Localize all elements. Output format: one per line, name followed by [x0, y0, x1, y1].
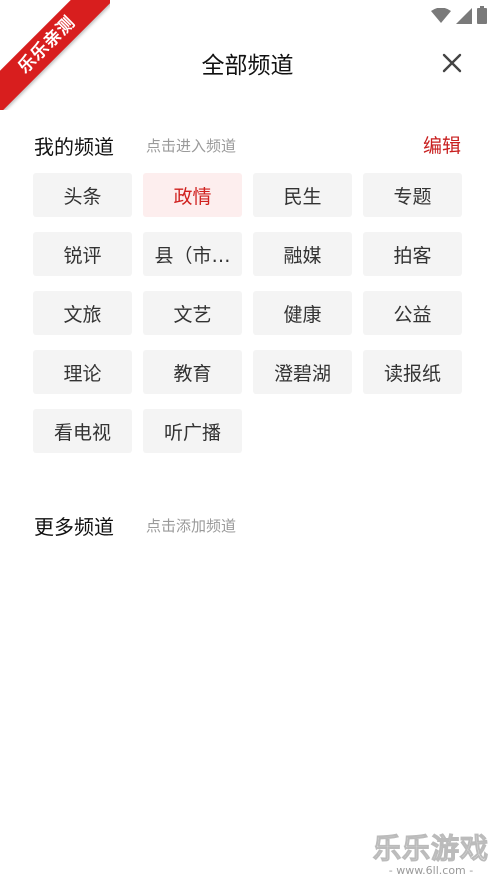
more-channels-hint: 点击添加频道 — [146, 517, 237, 535]
edit-button[interactable]: 编辑 — [423, 131, 461, 158]
channel-chip[interactable]: 融媒 — [253, 232, 352, 276]
channel-chip[interactable]: 政情 — [143, 173, 242, 217]
channel-chip[interactable]: 头条 — [33, 173, 132, 217]
ribbon-watermark: 乐乐亲测 — [0, 0, 110, 110]
channel-chip[interactable]: 锐评 — [33, 232, 132, 276]
more-channels-header: 更多频道 点击添加频道 — [34, 511, 461, 541]
channel-chip[interactable]: 健康 — [253, 291, 352, 335]
wifi-icon — [431, 8, 451, 23]
channel-chip[interactable]: 拍客 — [363, 232, 462, 276]
corner-watermark: 乐乐游戏 - www.6ll.com - — [371, 832, 491, 877]
ribbon-text: 乐乐亲测 — [0, 0, 110, 110]
close-icon — [442, 53, 462, 73]
my-channels-header: 我的频道 点击进入频道 编辑 — [34, 131, 461, 161]
channel-chip[interactable]: 文艺 — [143, 291, 242, 335]
close-button[interactable] — [439, 50, 465, 76]
channel-chip[interactable]: 教育 — [143, 350, 242, 394]
channel-chip[interactable]: 读报纸 — [363, 350, 462, 394]
channel-chip[interactable]: 理论 — [33, 350, 132, 394]
more-channels-title: 更多频道 — [34, 515, 114, 539]
my-channels-title: 我的频道 — [34, 135, 114, 159]
channel-manager-screen: 乐乐亲测 全部频道 我的频道 点击进入频道 编辑 头条 政情 民生 专题 锐评 … — [0, 0, 495, 881]
signal-icon — [456, 8, 472, 24]
channel-chip[interactable]: 文旅 — [33, 291, 132, 335]
channel-chip[interactable]: 县（市… — [143, 232, 242, 276]
battery-icon — [477, 6, 487, 24]
my-channels-grid: 头条 政情 民生 专题 锐评 县（市… 融媒 拍客 文旅 文艺 健康 公益 理论… — [33, 173, 463, 453]
channel-chip[interactable]: 看电视 — [33, 409, 132, 453]
channel-chip[interactable]: 听广播 — [143, 409, 242, 453]
channel-chip[interactable]: 公益 — [363, 291, 462, 335]
channel-chip[interactable]: 澄碧湖 — [253, 350, 352, 394]
channel-chip[interactable]: 专题 — [363, 173, 462, 217]
status-icons — [431, 6, 487, 24]
channel-chip[interactable]: 民生 — [253, 173, 352, 217]
corner-watermark-url: - www.6ll.com - — [388, 864, 474, 877]
my-channels-hint: 点击进入频道 — [146, 137, 237, 155]
corner-watermark-title: 乐乐游戏 — [372, 832, 489, 865]
